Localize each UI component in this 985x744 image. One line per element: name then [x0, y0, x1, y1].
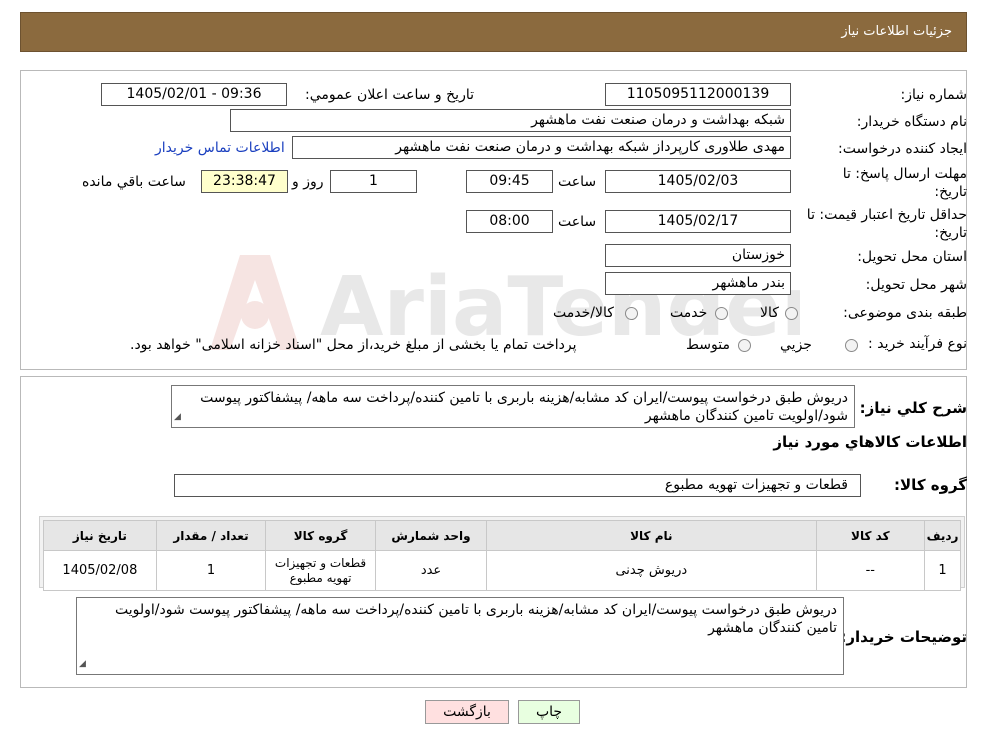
buyer-notes-text: دریوش طبق درخواست پیوست/ایران کد مشابه/ه…: [114, 602, 837, 636]
page-header: جزئیات اطلاعات نیاز: [20, 12, 967, 52]
process-minor-label: جزیي: [780, 337, 812, 353]
province-field: خوزستان: [605, 244, 791, 267]
deadline-date-field: 1405/02/03: [605, 170, 791, 193]
category-goods-label: کالا: [760, 305, 779, 321]
cell-quantity: 1: [155, 550, 267, 591]
cell-unit: عدد: [374, 550, 488, 591]
category-service-label: خدمت: [670, 305, 708, 321]
goods-section-title: اطلاعات کالاهاي مورد نیاز: [773, 433, 967, 451]
resize-handle-icon[interactable]: ◢: [79, 655, 86, 673]
deadline-label-line1: مهلت ارسال پاسخ: تا: [842, 166, 967, 182]
items-table: ردیف کد کالا نام کالا واحد شمارش گروه کا…: [43, 520, 961, 591]
goods-group-label: گروه کالا:: [894, 476, 967, 494]
contact-buyer-link[interactable]: اطلاعات تماس خریدار: [155, 140, 285, 156]
province-label: استان محل تحویل:: [857, 249, 967, 265]
col-header-name: نام کالا: [486, 520, 817, 551]
announce-field: 1405/02/01 - 09:36: [101, 83, 287, 106]
deadline-time-label: ساعت: [558, 174, 597, 190]
resize-handle-icon[interactable]: ◢: [174, 408, 181, 426]
city-field: بندر ماهشهر: [605, 272, 791, 295]
validity-time-field: 08:00: [466, 210, 553, 233]
table-row: 1 -- دریوش چدنی عدد قطعات و تجهیزات تهوی…: [43, 550, 961, 591]
category-goods-service-radio[interactable]: [625, 307, 638, 320]
city-label: شهر محل تحویل:: [865, 277, 967, 293]
validity-date-field: 1405/02/17: [605, 210, 791, 233]
buyer-org-label: نام دستگاه خریدار:: [856, 114, 967, 130]
category-service-radio[interactable]: [715, 307, 728, 320]
need-number-field: 1105095112000139: [605, 83, 791, 106]
cell-row-number: 1: [924, 550, 961, 591]
creator-field: مهدی طلاوری کارپرداز شبکه بهداشت و درمان…: [292, 136, 791, 159]
buyer-org-field: شبکه بهداشت و درمان صنعت نفت ماهشهر: [230, 109, 791, 132]
deadline-time-field: 09:45: [466, 170, 553, 193]
process-minor-radio[interactable]: [845, 339, 858, 352]
goods-group-field: قطعات و تجهیزات تهویه مطبوع: [174, 474, 861, 497]
cell-group: قطعات و تجهیزات تهویه مطبوع: [265, 550, 376, 591]
buyer-notes-textarea[interactable]: دریوش طبق درخواست پیوست/ایران کد مشابه/ه…: [76, 597, 844, 675]
announce-label: تاریخ و ساعت اعلان عمومي:: [305, 87, 474, 103]
process-medium-label: متوسط: [686, 337, 730, 353]
cell-name: دریوش چدنی: [486, 550, 817, 591]
category-goods-service-label: کالا/خدمت: [553, 305, 614, 321]
process-label: نوع فرآیند خرید :: [868, 336, 967, 352]
days-field: 1: [330, 170, 417, 193]
print-button[interactable]: چاپ: [518, 700, 580, 724]
deadline-label: مهلت ارسال پاسخ: تا تاریخ:: [843, 165, 967, 201]
validity-label-line2: تاریخ:: [934, 225, 967, 241]
summary-label: شرح کلي نیاز:: [859, 399, 967, 417]
remaining-label: ساعت باقي مانده: [82, 174, 186, 190]
cell-code: --: [815, 550, 926, 591]
buyer-notes-label: توضیحات خریدار:: [840, 628, 967, 646]
cell-need-date: 1405/02/08: [43, 550, 157, 591]
process-medium-radio[interactable]: [738, 339, 751, 352]
validity-label-line1: حداقل تاریخ اعتبار قیمت: تا: [806, 207, 967, 223]
col-header-unit: واحد شمارش: [374, 520, 488, 551]
category-goods-radio[interactable]: [785, 307, 798, 320]
days-label: روز و: [292, 174, 324, 190]
process-note: پرداخت تمام یا بخشی از مبلغ خرید،از محل …: [130, 337, 577, 353]
remaining-time-field: 23:38:47: [201, 170, 288, 193]
col-header-code: کد کالا: [815, 520, 926, 551]
validity-label: حداقل تاریخ اعتبار قیمت: تا تاریخ:: [807, 206, 967, 242]
deadline-label-line2: تاریخ:: [934, 184, 967, 200]
category-label: طبقه بندی موضوعی:: [843, 305, 967, 321]
summary-text: دریوش طبق درخواست پیوست/ایران کد مشابه/ه…: [200, 390, 848, 424]
items-table-wrapper: ردیف کد کالا نام کالا واحد شمارش گروه کا…: [39, 516, 965, 591]
creator-label: ایجاد کننده درخواست:: [838, 141, 967, 157]
table-header-row: ردیف کد کالا نام کالا واحد شمارش گروه کا…: [43, 520, 961, 551]
col-header-row-number: ردیف: [924, 520, 961, 551]
col-header-quantity: تعداد / مقدار: [155, 520, 267, 551]
col-header-need-date: تاریخ نیاز: [43, 520, 157, 551]
validity-time-label: ساعت: [558, 214, 597, 230]
need-number-label: شماره نیاز:: [900, 87, 968, 103]
summary-textarea[interactable]: دریوش طبق درخواست پیوست/ایران کد مشابه/ه…: [171, 385, 855, 428]
back-button[interactable]: بازگشت: [425, 700, 509, 724]
page-title: جزئیات اطلاعات نیاز: [841, 24, 952, 39]
col-header-group: گروه کالا: [265, 520, 376, 551]
